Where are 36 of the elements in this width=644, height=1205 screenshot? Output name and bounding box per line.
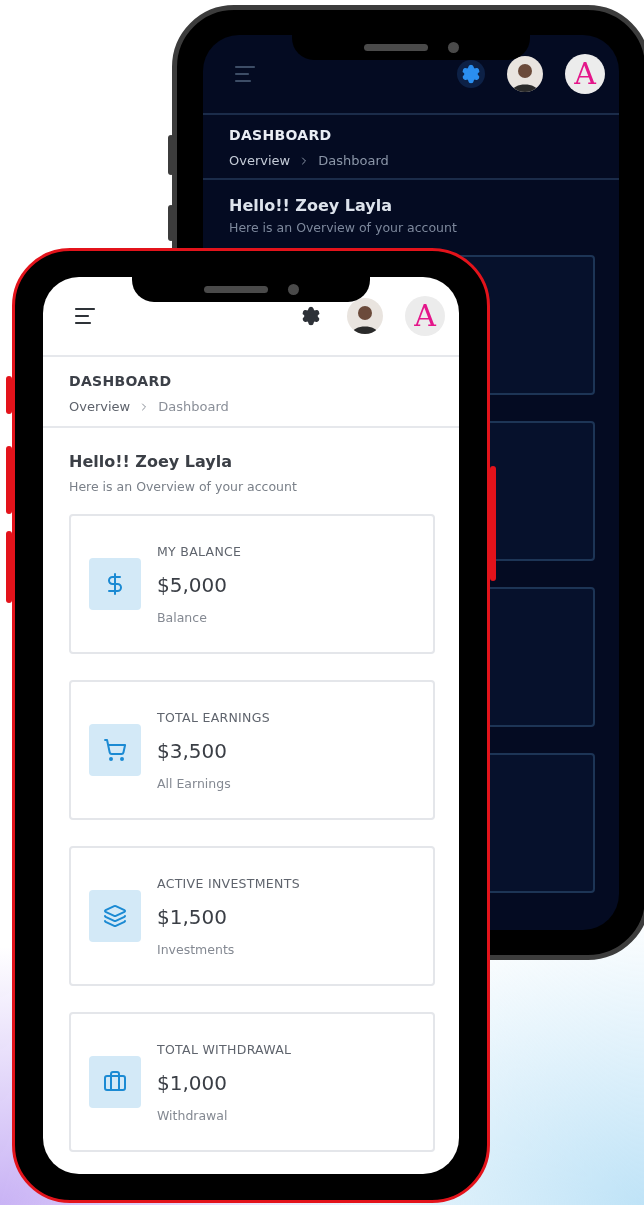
page-title: DASHBOARD [229,127,333,143]
card-caption: Investments [157,941,236,957]
camera-dot [447,42,459,53]
card-caption: Withdrawal [157,1107,229,1123]
briefcase-icon [103,1070,127,1094]
card-amount: $3,500 [157,738,228,763]
avatar-silhouette[interactable] [507,56,543,92]
card-label: TOTAL EARNINGS [157,709,270,725]
greeting: Hello!! Zoey Layla [69,452,234,471]
breadcrumb-link[interactable]: Dashboard [158,399,229,414]
subtitle: Here is an Overview of your account [69,479,298,494]
cart-icon [103,738,127,762]
logo-avatar[interactable]: A [405,296,445,336]
page-title: DASHBOARD [69,373,173,389]
breadcrumb-link[interactable]: Overview [229,153,291,168]
avatar-silhouette[interactable] [347,298,383,334]
card-label: TOTAL WITHDRAWAL [157,1041,292,1057]
card-amount: $1,000 [157,1070,228,1095]
layers-icon [103,904,127,928]
card-amount: $5,000 [157,572,228,597]
settings-icon [461,64,481,84]
settings-button[interactable] [457,60,485,88]
settings-icon [301,306,321,326]
camera-dot [287,284,299,295]
speaker-slot [203,286,268,293]
card-caption: All Earnings [157,775,232,791]
card-label: ACTIVE INVESTMENTS [157,875,300,891]
breadcrumb-link[interactable]: Overview [69,399,131,414]
logo-avatar[interactable]: A [565,54,605,94]
card-label: MY BALANCE [157,543,242,559]
subtitle: Here is an Overview of your account [229,220,458,235]
card-amount: $1,500 [157,904,228,929]
speaker-slot [363,44,428,51]
breadcrumb-link[interactable]: Dashboard [318,153,389,168]
card-caption: Balance [157,609,208,625]
greeting: Hello!! Zoey Layla [229,196,394,215]
